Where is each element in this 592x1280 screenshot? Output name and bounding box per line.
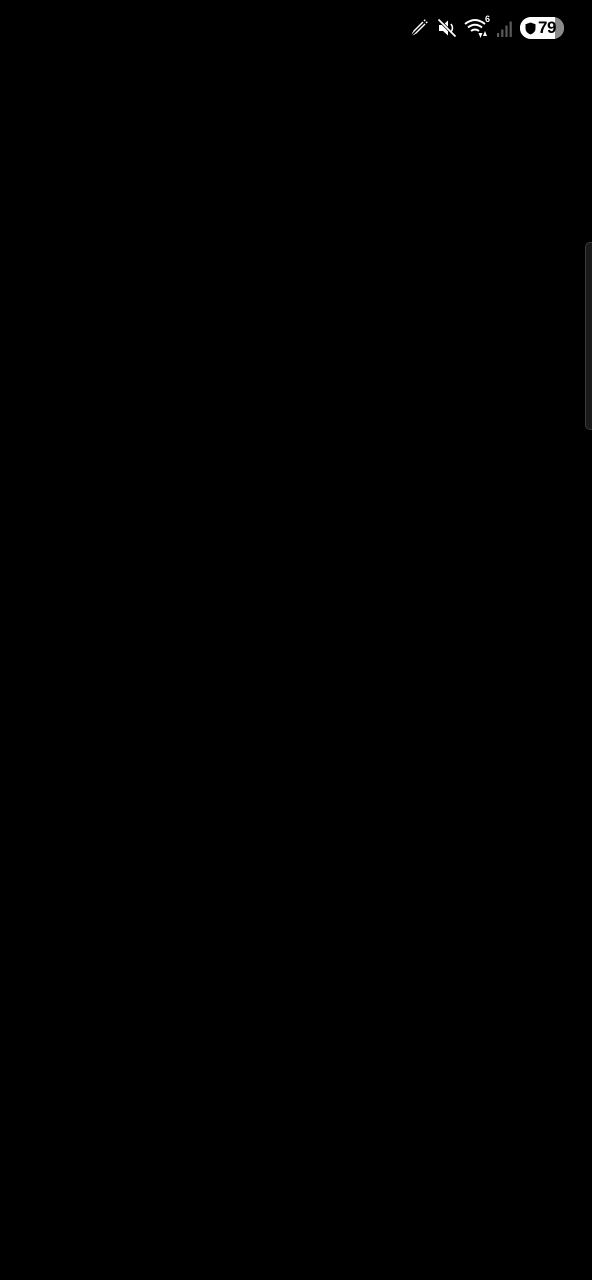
screen: 6 79 <box>0 0 592 1280</box>
wifi-data-icon: 6 <box>464 14 490 39</box>
battery-indicator: 79 <box>520 17 564 39</box>
cellular-signal-icon <box>496 17 514 39</box>
battery-empty <box>555 17 564 39</box>
status-icons: 6 79 <box>408 14 564 40</box>
battery-level-text: 79 <box>538 18 556 37</box>
edit-pen-icon <box>408 17 430 39</box>
muted-speaker-icon <box>436 17 458 39</box>
shield-icon <box>525 22 536 35</box>
status-bar: 6 79 <box>0 0 592 56</box>
edge-panel-handle[interactable] <box>585 242 592 430</box>
wifi-badge: 6 <box>484 14 490 24</box>
